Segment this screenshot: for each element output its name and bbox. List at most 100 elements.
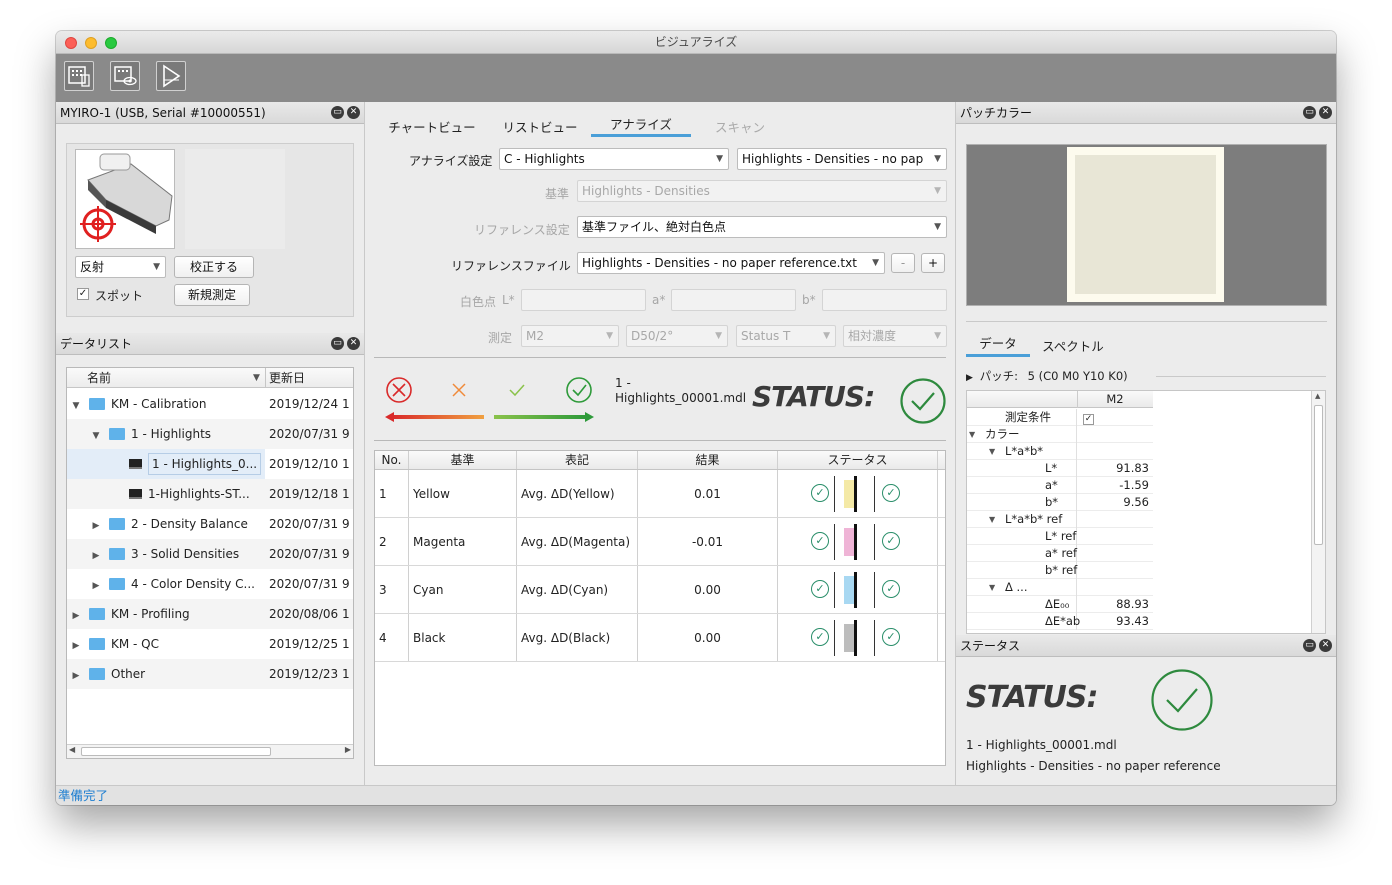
whitepoint-b-input[interactable]: [822, 289, 947, 311]
measure-density-select[interactable]: 相対濃度 ▼: [843, 325, 947, 347]
remove-reference-button[interactable]: -: [891, 253, 915, 273]
data-row[interactable]: ▼ Δ ...: [967, 579, 1153, 596]
column-m2[interactable]: M2: [1079, 391, 1151, 408]
data-row[interactable]: ΔE*ab 93.43: [967, 613, 1153, 630]
header-notation[interactable]: 表記: [517, 451, 638, 469]
expand-arrow-icon[interactable]: ▶: [71, 661, 81, 691]
data-row[interactable]: b* ref: [967, 562, 1153, 579]
list-item[interactable]: ▶ 2 - Density Balance 2020/07/31 9: [67, 509, 353, 539]
measure-illuminant-select[interactable]: D50/2° ▼: [626, 325, 728, 347]
header-result[interactable]: 結果: [638, 451, 778, 469]
close-icon[interactable]: ✕: [1319, 639, 1332, 652]
table-row[interactable]: 1 Yellow Avg. ΔD(Yellow) 0.01 ✓ ✓: [375, 470, 945, 518]
spot-checkbox[interactable]: ✓: [77, 288, 89, 300]
restore-icon[interactable]: ▭: [1303, 106, 1316, 119]
data-row[interactable]: ▼ L*a*b*: [967, 443, 1153, 460]
close-icon[interactable]: ✕: [1319, 106, 1332, 119]
restore-icon[interactable]: ▭: [1303, 639, 1316, 652]
add-reference-button[interactable]: +: [921, 253, 945, 273]
collapse-arrow-icon[interactable]: ▼: [989, 443, 995, 460]
cell-no: 4: [375, 614, 409, 661]
tab-analyze[interactable]: アナライズ: [591, 114, 691, 133]
collapse-arrow-icon[interactable]: ▼: [969, 426, 975, 443]
view-icon-button[interactable]: [110, 61, 140, 91]
collapse-arrow-icon[interactable]: ▼: [989, 511, 995, 528]
close-icon[interactable]: ✕: [347, 337, 360, 350]
minimize-window-button[interactable]: [85, 37, 97, 49]
list-item[interactable]: ▶ 4 - Color Density C... 2020/07/31 9: [67, 569, 353, 599]
data-row[interactable]: 測定条件 ✓: [967, 409, 1153, 426]
scrollbar-thumb[interactable]: [1314, 405, 1323, 545]
whitepoint-a-input[interactable]: [671, 289, 796, 311]
expand-arrow-icon[interactable]: ▶: [91, 571, 101, 601]
pass-check-icon: ✓: [882, 628, 900, 646]
list-item[interactable]: ▶ Other 2019/12/23 1: [67, 659, 353, 689]
scroll-right-icon[interactable]: ▶: [345, 745, 351, 754]
scrollbar-thumb[interactable]: [81, 747, 271, 756]
data-row[interactable]: b* 9.56: [967, 494, 1153, 511]
restore-icon[interactable]: ▭: [331, 106, 344, 119]
collapse-arrow-icon[interactable]: ▼: [989, 579, 995, 596]
header-no[interactable]: No.: [375, 451, 409, 469]
data-row[interactable]: a* -1.59: [967, 477, 1153, 494]
chart-icon-button[interactable]: [64, 61, 94, 91]
analyze-setting-select[interactable]: C - Highlights ▼: [499, 148, 729, 170]
list-item[interactable]: ▶ KM - QC 2019/12/25 1: [67, 629, 353, 659]
measure-mode-select[interactable]: 反射 ▼: [75, 256, 166, 278]
table-row[interactable]: 4 Black Avg. ΔD(Black) 0.00 ✓ ✓: [375, 614, 945, 662]
new-measurement-button[interactable]: 新規測定: [174, 284, 250, 306]
column-date[interactable]: 更新日: [269, 368, 305, 388]
list-item[interactable]: 1 - Highlights_0... 2019/12/10 1: [67, 449, 353, 479]
scroll-left-icon[interactable]: ◀: [69, 745, 75, 754]
data-row[interactable]: ▼ L*a*b* ref: [967, 511, 1153, 528]
list-item[interactable]: ▶ KM - Profiling 2020/08/06 1: [67, 599, 353, 629]
tab-scan[interactable]: スキャン: [696, 117, 784, 136]
calibrate-button[interactable]: 校正する: [174, 256, 254, 278]
reference-file-select[interactable]: Highlights - Densities - no paper refere…: [577, 252, 885, 274]
measure-m-select[interactable]: M2 ▼: [521, 325, 619, 347]
list-item[interactable]: ▼ KM - Calibration 2019/12/24 1: [67, 389, 353, 419]
vertical-scrollbar[interactable]: ▲: [1311, 391, 1325, 633]
table-row[interactable]: 2 Magenta Avg. ΔD(Magenta) -0.01 ✓ ✓: [375, 518, 945, 566]
play-icon-button[interactable]: [156, 61, 186, 91]
collapse-arrow-icon[interactable]: ▼: [91, 421, 101, 451]
data-row-label: L*a*b*: [1005, 444, 1044, 458]
column-name[interactable]: 名前: [87, 368, 111, 388]
expand-arrow-icon[interactable]: ▶: [71, 631, 81, 661]
table-row[interactable]: 3 Cyan Avg. ΔD(Cyan) 0.00 ✓ ✓: [375, 566, 945, 614]
scroll-up-icon[interactable]: ▲: [1315, 392, 1320, 400]
tab-chart-view[interactable]: チャートビュー: [382, 117, 482, 136]
data-row[interactable]: a* ref: [967, 545, 1153, 562]
expand-arrow-icon[interactable]: ▶: [91, 511, 101, 541]
whitepoint-L-input[interactable]: [521, 289, 646, 311]
cell-no: 2: [375, 518, 409, 565]
data-row[interactable]: ΔE₀₀ 88.93: [967, 596, 1153, 613]
header-status[interactable]: ステータス: [778, 451, 938, 469]
close-window-button[interactable]: [65, 37, 77, 49]
condition-checkbox[interactable]: ✓: [1083, 414, 1094, 425]
expand-arrow-icon[interactable]: ▶: [966, 373, 973, 383]
tab-list-view[interactable]: リストビュー: [494, 117, 586, 136]
header-criteria[interactable]: 基準: [409, 451, 517, 469]
reference-setting-select[interactable]: 基準ファイル、絶対白色点 ▼: [577, 216, 947, 238]
collapse-arrow-icon[interactable]: ▼: [71, 391, 81, 421]
list-item[interactable]: ▶ 3 - Solid Densities 2020/07/31 9: [67, 539, 353, 569]
restore-icon[interactable]: ▭: [331, 337, 344, 350]
expand-arrow-icon[interactable]: ▶: [91, 541, 101, 571]
zoom-window-button[interactable]: [105, 37, 117, 49]
horizontal-scrollbar[interactable]: ◀ ▶: [67, 744, 353, 758]
list-item[interactable]: 1-Highlights-ST... 2019/12/18 1: [67, 479, 353, 509]
folder-icon: [89, 397, 105, 410]
analyze-preset-select[interactable]: Highlights - Densities - no pap ▼: [737, 148, 947, 170]
data-row[interactable]: L* ref: [967, 528, 1153, 545]
data-row[interactable]: L* 91.83: [967, 460, 1153, 477]
close-icon[interactable]: ✕: [347, 106, 360, 119]
tab-data[interactable]: データ: [966, 333, 1030, 352]
expand-arrow-icon[interactable]: ▶: [71, 601, 81, 631]
list-item[interactable]: ▼ 1 - Highlights 2020/07/31 9: [67, 419, 353, 449]
data-row[interactable]: ▼ カラー: [967, 426, 1153, 443]
criteria-select[interactable]: Highlights - Densities ▼: [577, 180, 947, 202]
measure-status-select[interactable]: Status T ▼: [736, 325, 836, 347]
tab-spectrum[interactable]: スペクトル: [1036, 336, 1110, 355]
sort-arrow-icon[interactable]: ▼: [253, 368, 260, 388]
